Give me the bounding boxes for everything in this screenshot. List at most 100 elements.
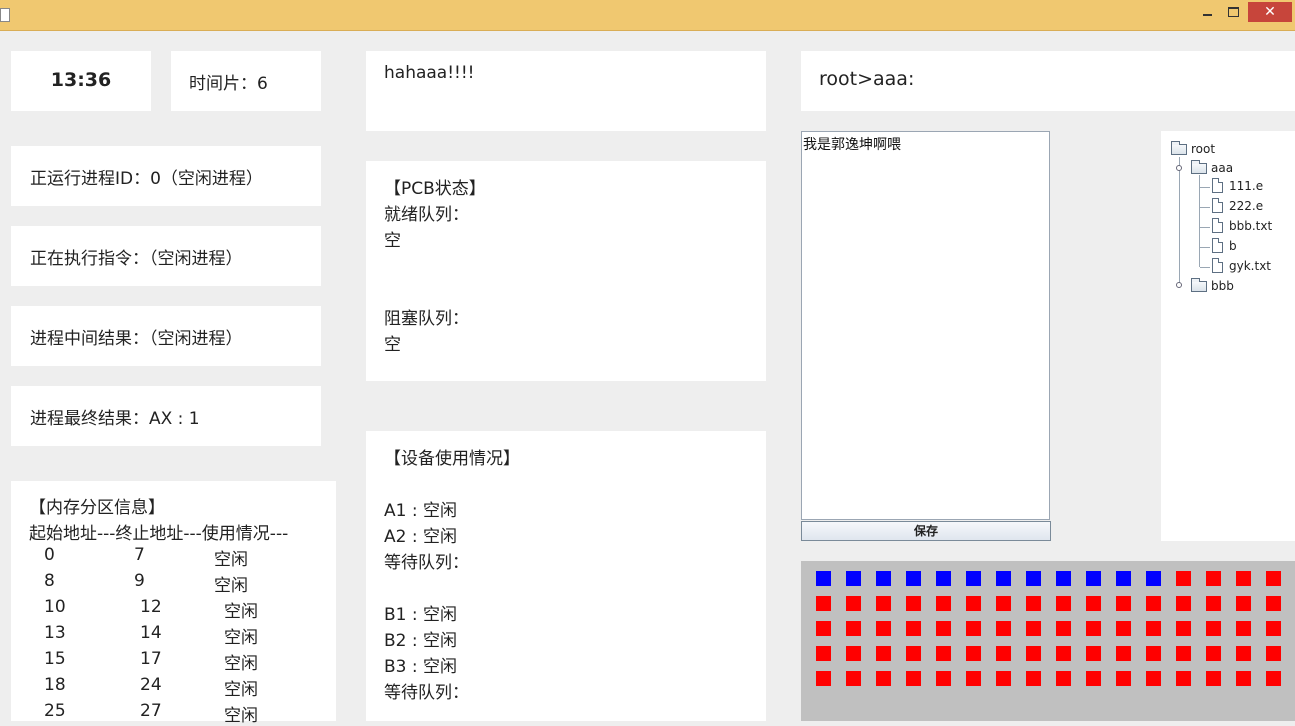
disk-block-free xyxy=(1176,621,1191,636)
disk-block-free xyxy=(876,671,891,686)
disk-block-free xyxy=(996,671,1011,686)
disk-block-used xyxy=(906,571,921,586)
disk-block-free xyxy=(1206,621,1221,636)
disk-block-free xyxy=(936,596,951,611)
disk-block-free xyxy=(1206,571,1221,586)
memory-row-start: 13 xyxy=(44,623,66,643)
disk-block-map xyxy=(801,561,1295,721)
tree-node-file[interactable]: bbb.txt xyxy=(1212,218,1272,233)
memory-header: 起始地址---终止地址---使用情况--- xyxy=(29,524,289,544)
tree-node-file[interactable]: 111.e xyxy=(1212,178,1263,193)
minimize-icon xyxy=(1202,14,1212,16)
disk-block-free xyxy=(966,671,981,686)
message-panel: hahaaa!!!! xyxy=(366,51,766,131)
clock-panel: 13:36 xyxy=(11,51,151,111)
folder-icon xyxy=(1191,277,1207,292)
tree-node-aaa[interactable]: aaa xyxy=(1191,159,1233,175)
disk-block-free xyxy=(1236,621,1251,636)
disk-block-free xyxy=(1026,671,1041,686)
save-button[interactable]: 保存 xyxy=(801,521,1051,541)
disk-block-free xyxy=(846,671,861,686)
tree-node-root[interactable]: root xyxy=(1171,140,1216,156)
disk-block-free xyxy=(816,671,831,686)
file-icon xyxy=(1212,258,1223,273)
disk-block-used xyxy=(876,571,891,586)
disk-block-used xyxy=(936,571,951,586)
disk-block-free xyxy=(1116,621,1131,636)
disk-block-free xyxy=(1176,671,1191,686)
pcb-title: 【PCB状态】 xyxy=(384,179,486,199)
intermediate-result-panel: 进程中间结果：（空闲进程） xyxy=(11,306,321,366)
disk-block-free xyxy=(816,646,831,661)
maximize-button[interactable] xyxy=(1222,2,1244,22)
disk-block-used xyxy=(1086,571,1101,586)
app-icon xyxy=(0,8,10,22)
disk-block-free xyxy=(1056,596,1071,611)
disk-block-free xyxy=(1176,646,1191,661)
devices-title: 【设备使用情况】 xyxy=(384,449,520,469)
memory-row-usage: 空闲 xyxy=(224,602,258,622)
disk-block-free xyxy=(1116,671,1131,686)
disk-block-free xyxy=(1206,596,1221,611)
minimize-button[interactable] xyxy=(1196,2,1218,22)
ready-queue-label: 就绪队列： xyxy=(384,205,469,225)
disk-block-free xyxy=(1146,596,1161,611)
memory-row-start: 25 xyxy=(44,701,66,721)
file-content-textarea[interactable] xyxy=(802,132,1049,519)
tree-node-label: gyk.txt xyxy=(1229,258,1271,273)
tree-node-label: root xyxy=(1191,142,1216,156)
memory-row-usage: 空闲 xyxy=(224,706,258,726)
tree-node-file[interactable]: 222.e xyxy=(1212,198,1263,213)
device-a-wait-queue: 等待队列： xyxy=(384,553,469,573)
device-a1: A1 : 空闲 xyxy=(384,501,457,521)
disk-block-free xyxy=(876,621,891,636)
blocked-queue-value: 空 xyxy=(384,335,401,355)
memory-row-end: 12 xyxy=(140,597,162,617)
path-panel: root>aaa: xyxy=(801,51,1295,111)
final-result-panel: 进程最终结果：AX : 1 xyxy=(11,386,321,446)
tree-node-label: b xyxy=(1229,238,1237,253)
memory-row-start: 15 xyxy=(44,649,66,669)
device-b2: B2 : 空闲 xyxy=(384,631,458,651)
disk-block-used xyxy=(846,571,861,586)
disk-block-free xyxy=(1026,596,1041,611)
disk-block-free xyxy=(1266,671,1281,686)
disk-block-free xyxy=(1236,646,1251,661)
disk-block-free xyxy=(906,621,921,636)
final-result-text: 进程最终结果：AX : 1 xyxy=(30,409,200,429)
disk-block-used xyxy=(966,571,981,586)
expand-toggle-aaa[interactable] xyxy=(1176,165,1182,171)
memory-row-end: 7 xyxy=(134,545,145,565)
disk-block-free xyxy=(996,596,1011,611)
tree-node-file[interactable]: b xyxy=(1212,238,1237,253)
ready-queue-value: 空 xyxy=(384,231,401,251)
memory-row-end: 9 xyxy=(134,571,145,591)
tree-connector xyxy=(1199,175,1200,267)
disk-block-free xyxy=(846,621,861,636)
file-editor[interactable] xyxy=(801,131,1050,520)
pcb-status-panel: 【PCB状态】 就绪队列： 空 阻塞队列： 空 xyxy=(366,161,766,381)
disk-block-free xyxy=(1176,571,1191,586)
memory-row-start: 8 xyxy=(44,571,55,591)
disk-block-used xyxy=(996,571,1011,586)
disk-block-free xyxy=(1266,621,1281,636)
close-button[interactable]: ✕ xyxy=(1248,2,1292,22)
memory-row-usage: 空闲 xyxy=(214,576,248,596)
disk-block-free xyxy=(1206,671,1221,686)
current-instruction-panel: 正在执行指令：（空闲进程） xyxy=(11,226,321,286)
disk-block-free xyxy=(966,596,981,611)
memory-row-usage: 空闲 xyxy=(224,654,258,674)
disk-block-free xyxy=(906,671,921,686)
expand-toggle-bbb[interactable] xyxy=(1176,282,1182,288)
close-icon: ✕ xyxy=(1264,4,1276,20)
disk-block-free xyxy=(1146,646,1161,661)
disk-block-free xyxy=(906,596,921,611)
tree-node-bbb[interactable]: bbb xyxy=(1191,277,1234,293)
disk-block-free xyxy=(1236,671,1251,686)
disk-block-free xyxy=(936,671,951,686)
time-slice-panel: 时间片：6 xyxy=(171,51,321,111)
tree-node-file[interactable]: gyk.txt xyxy=(1212,258,1271,273)
memory-row-end: 14 xyxy=(140,623,162,643)
disk-block-free xyxy=(876,646,891,661)
tree-connector xyxy=(1200,207,1210,208)
